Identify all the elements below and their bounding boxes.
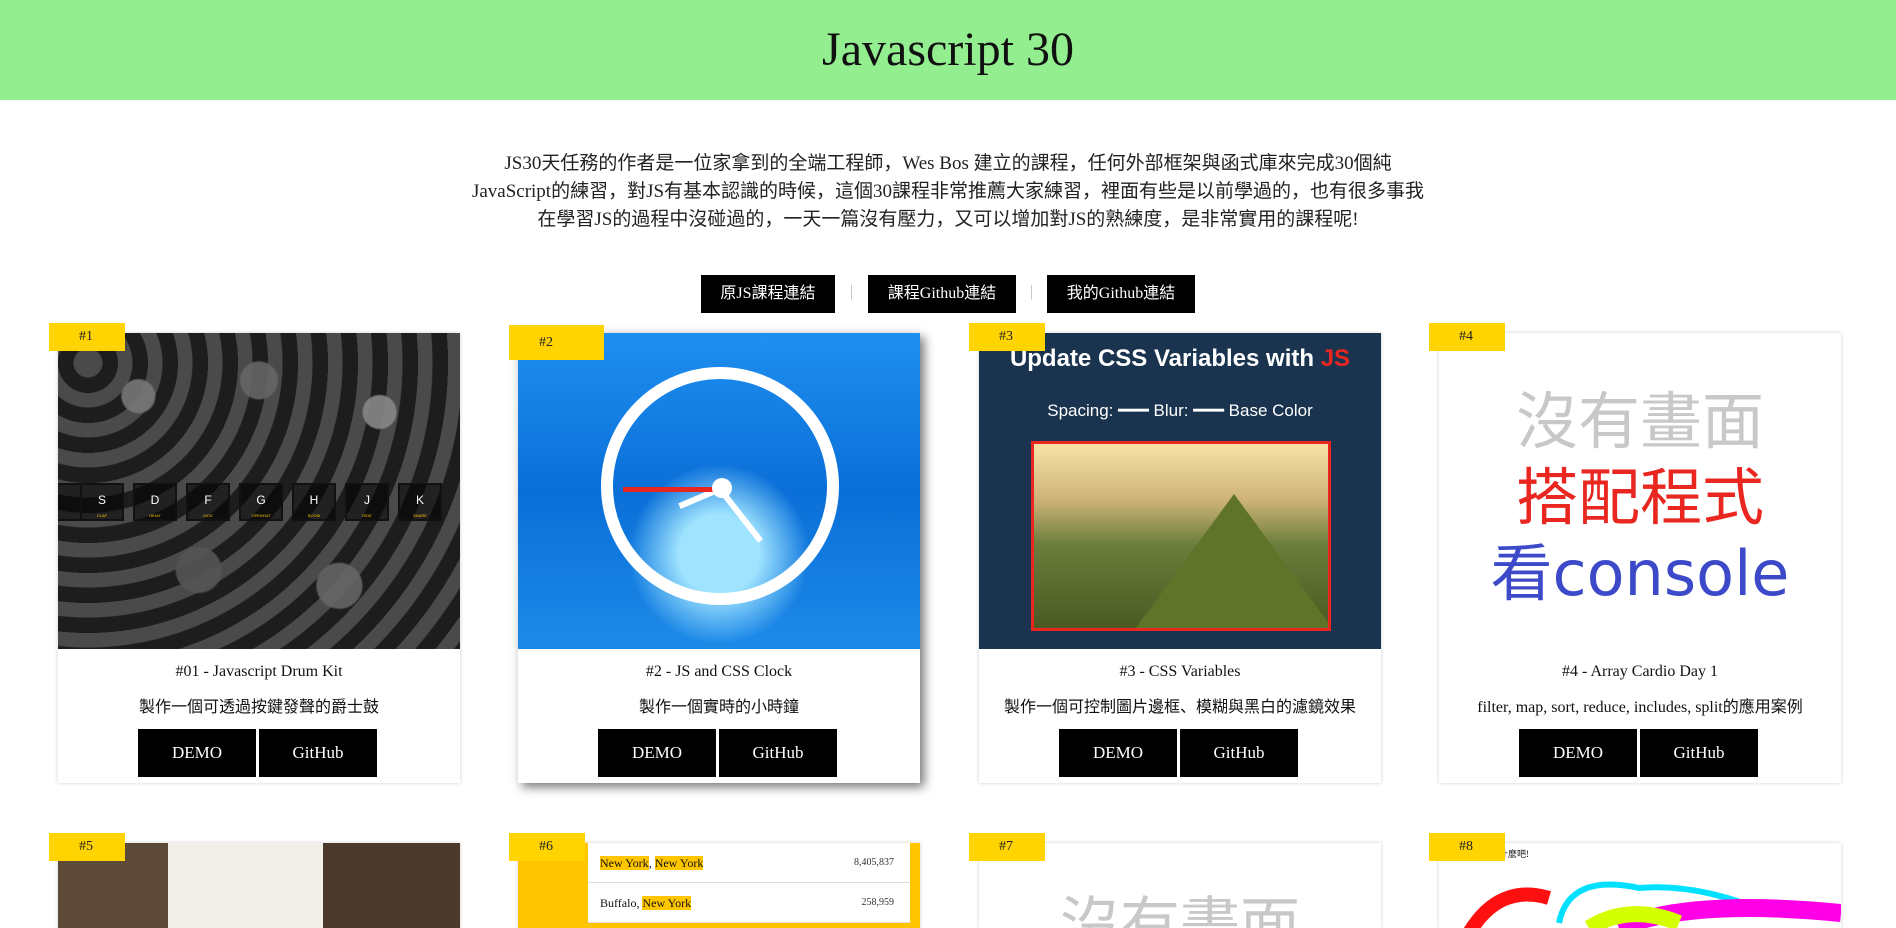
my-github-link-button[interactable]: 我的Github連結 — [1047, 275, 1195, 313]
card-description: filter, map, sort, reduce, includes, spl… — [1477, 699, 1803, 716]
drum-key-s: S CLAP — [80, 483, 124, 521]
project-card-4: 沒有畫面 搭配程式 看console #4 - Array Cardio Day… — [1439, 333, 1841, 783]
card-badge: #2 — [509, 325, 604, 360]
clock-face — [601, 367, 839, 605]
card-badge: #7 — [969, 833, 1045, 861]
drum-kit-thumbnail[interactable]: S CLAP D HIHAT F KICK G OPENHAT H BOOM J RIDE … — [58, 333, 460, 649]
clock-center — [712, 478, 732, 498]
card-description: 製作一個可透過按鍵發聲的爵士鼓 — [138, 699, 379, 716]
project-card-3: Update CSS Variables with JS Spacing: ━━… — [979, 333, 1381, 783]
card-title: #2 - JS and CSS Clock — [645, 663, 793, 680]
demo-button[interactable]: DEMO — [138, 729, 256, 777]
drum-key-h: H BOOM — [292, 483, 336, 521]
link-separator: | — [1030, 283, 1034, 300]
page-header: Javascript 30 — [0, 0, 1896, 100]
card-title: #01 - Javascript Drum Kit — [175, 663, 343, 680]
drum-key-j: J RIDE — [345, 483, 389, 521]
card-title: #4 - Array Cardio Day 1 — [1562, 663, 1718, 680]
project-card-2: #2 - JS and CSS Clock 製作一個實時的小時鐘 DEMO Gi… — [518, 333, 920, 783]
drum-key — [58, 483, 82, 521]
thumb-controls: Spacing: ━━━ Blur: ━━━ Base Color — [1047, 401, 1313, 420]
github-button[interactable]: GitHub — [1640, 729, 1758, 777]
card-badge: #4 — [1429, 323, 1505, 351]
card-badge: #1 — [49, 323, 125, 351]
mountain-photo — [1031, 441, 1331, 631]
course-link-button[interactable]: 原JS課程連結 — [701, 275, 835, 313]
course-github-link-button[interactable]: 課程Github連結 — [868, 275, 1016, 313]
drum-key-g: G OPENHAT — [239, 483, 283, 521]
drum-key-d: D HIHAT — [133, 483, 177, 521]
drum-key-k: K SNARE — [398, 483, 442, 521]
demo-button[interactable]: DEMO — [1519, 729, 1637, 777]
card-title: #3 - CSS Variables — [1119, 663, 1241, 680]
demo-button[interactable]: DEMO — [598, 729, 716, 777]
card-badge: #5 — [49, 833, 125, 861]
project-card-1: S CLAP D HIHAT F KICK G OPENHAT H BOOM J RIDE … — [58, 333, 460, 783]
page-title: Javascript 30 — [822, 23, 1074, 76]
github-button[interactable]: GitHub — [259, 729, 377, 777]
clock-thumbnail[interactable] — [518, 333, 920, 649]
intro-text: JS30天任務的作者是一位家拿到的全端工程師，Wes Bos 建立的課程，任何外… — [471, 153, 1425, 230]
array-cardio-thumbnail[interactable]: 沒有畫面 搭配程式 看console — [1439, 333, 1841, 649]
card-badge: #6 — [509, 833, 585, 861]
drum-keys: S CLAP D HIHAT F KICK G OPENHAT H BOOM J RIDE … — [58, 483, 460, 521]
card-description: 製作一個可控制圖片邊框、模糊與黑白的濾鏡效果 — [1003, 699, 1356, 716]
github-button[interactable]: GitHub — [719, 729, 837, 777]
city-row: New York, New York 8,405,837 — [588, 843, 910, 883]
css-variables-thumbnail[interactable]: Update CSS Variables with JS Spacing: ━━… — [979, 333, 1381, 649]
city-row: Buffalo, New York 258,959 — [588, 883, 910, 923]
demo-button[interactable]: DEMO — [1059, 729, 1177, 777]
drum-key-f: F KICK — [186, 483, 230, 521]
card-description: 製作一個實時的小時鐘 — [638, 699, 799, 716]
second-hand — [623, 487, 720, 492]
link-bar: 原JS課程連結 | 課程Github連結 | 我的Github連結 — [0, 275, 1896, 313]
see-console-text: 看console — [1490, 537, 1790, 610]
link-separator: | — [850, 283, 854, 300]
no-image-text: 沒有畫面 — [1060, 891, 1300, 928]
card-badge: #3 — [969, 323, 1045, 351]
card-badge: #8 — [1429, 833, 1505, 861]
github-button[interactable]: GitHub — [1180, 729, 1298, 777]
